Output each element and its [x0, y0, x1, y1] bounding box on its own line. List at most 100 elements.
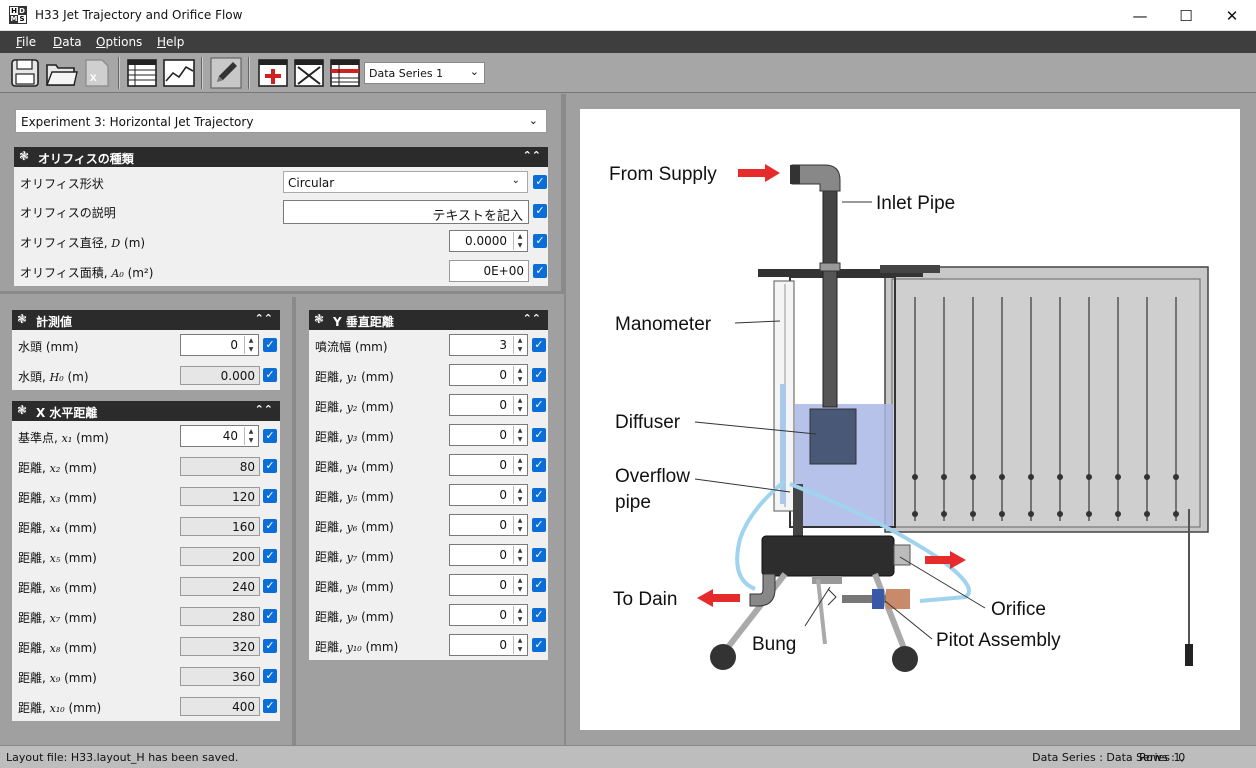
x-distance-checkbox[interactable]: ✓: [263, 519, 277, 533]
orifice-shape-select[interactable]: Circular ⌄: [283, 171, 528, 193]
spinner-arrows-icon[interactable]: ▲ ▼: [513, 636, 526, 654]
x-distance-row: 距離, x₉ (mm) 360 ✓: [12, 661, 280, 691]
y-distance-input[interactable]: 0 ▲ ▼: [449, 484, 528, 506]
y-distance-checkbox[interactable]: ✓: [532, 368, 546, 382]
orifice-desc-input[interactable]: テキストを記入: [283, 200, 529, 224]
orifice-area-row: オリフィス面積, A₀ (m²) 0E+00 ✓: [14, 256, 548, 286]
data-series-select[interactable]: Data Series 1 ⌄: [364, 62, 485, 84]
orifice-desc-checkbox[interactable]: ✓: [533, 204, 547, 218]
x-distance-checkbox[interactable]: ✓: [263, 489, 277, 503]
h0-checkbox[interactable]: ✓: [263, 368, 277, 382]
y-distance-checkbox[interactable]: ✓: [532, 518, 546, 532]
x-distance-title: X 水平距離: [36, 406, 98, 420]
spinner-arrows-icon[interactable]: ▲ ▼: [513, 232, 526, 250]
y-distance-input[interactable]: 0 ▲ ▼: [449, 394, 528, 416]
collapse-icon[interactable]: ⌃⌃: [255, 403, 273, 416]
y-distance-input[interactable]: 3 ▲ ▼: [449, 334, 528, 356]
label-unit: (mm): [72, 431, 109, 445]
orifice-diameter-input[interactable]: 0.0000 ▲ ▼: [449, 230, 528, 252]
experiment-select-value: Experiment 3: Horizontal Jet Trajectory: [21, 115, 254, 129]
save-icon[interactable]: [9, 57, 41, 89]
head-input[interactable]: 0 ▲ ▼: [180, 334, 259, 356]
y-distance-checkbox[interactable]: ✓: [532, 428, 546, 442]
x-distance-checkbox[interactable]: ✓: [263, 459, 277, 473]
table-settings-icon[interactable]: [329, 57, 361, 89]
orifice-area-checkbox[interactable]: ✓: [533, 264, 547, 278]
y-distance-checkbox[interactable]: ✓: [532, 338, 546, 352]
menu-bar: File Data Options Help: [0, 31, 1256, 53]
h0-label: 水頭, H₀ (m): [18, 368, 89, 385]
delete-row-icon[interactable]: [293, 57, 325, 89]
y-distance-input[interactable]: 0 ▲ ▼: [449, 544, 528, 566]
table-view-icon[interactable]: [126, 57, 158, 89]
edit-pen-icon[interactable]: [210, 57, 242, 89]
x-distance-checkbox[interactable]: ✓: [263, 549, 277, 563]
y-distance-input[interactable]: 0 ▲ ▼: [449, 424, 528, 446]
label-unit: (mm): [357, 460, 394, 474]
spinner-arrows-icon[interactable]: ▲ ▼: [513, 366, 526, 384]
y-distance-input[interactable]: 0 ▲ ▼: [449, 514, 528, 536]
spinner-arrows-icon[interactable]: ▲ ▼: [513, 606, 526, 624]
label-text: 距離,: [315, 460, 347, 474]
minimize-button[interactable]: —: [1117, 0, 1163, 31]
spinner-arrows-icon[interactable]: ▲ ▼: [244, 336, 257, 354]
y-distance-checkbox[interactable]: ✓: [532, 638, 546, 652]
orifice-diameter-checkbox[interactable]: ✓: [533, 234, 547, 248]
menu-data[interactable]: Data: [53, 35, 82, 49]
x-distance-label: 距離, x₂ (mm): [18, 459, 97, 476]
collapse-icon[interactable]: ⌃⌃: [523, 312, 541, 325]
y-distance-input[interactable]: 0 ▲ ▼: [449, 634, 528, 656]
open-folder-icon[interactable]: [44, 57, 78, 89]
add-row-icon[interactable]: [257, 57, 289, 89]
spinner-arrows-icon[interactable]: ▲ ▼: [513, 426, 526, 444]
spinner-arrows-icon[interactable]: ▲ ▼: [244, 427, 257, 445]
x-distance-checkbox[interactable]: ✓: [263, 639, 277, 653]
chart-view-icon[interactable]: [162, 57, 195, 89]
spinner-arrows-icon[interactable]: ▲ ▼: [513, 396, 526, 414]
needle-pin: [1086, 511, 1092, 517]
spinner-arrows-icon[interactable]: ▲ ▼: [513, 486, 526, 504]
label-orifice: Orifice: [991, 599, 1046, 620]
x-distance-checkbox[interactable]: ✓: [263, 609, 277, 623]
menu-help[interactable]: Help: [157, 35, 184, 49]
gear-icon: ❃: [17, 312, 28, 326]
close-button[interactable]: ✕: [1209, 0, 1255, 31]
y-distance-checkbox[interactable]: ✓: [532, 488, 546, 502]
x-distance-checkbox[interactable]: ✓: [263, 699, 277, 713]
spinner-arrows-icon[interactable]: ▲ ▼: [513, 546, 526, 564]
excel-export-icon[interactable]: x: [80, 57, 112, 89]
spinner-arrows-icon[interactable]: ▲ ▼: [513, 516, 526, 534]
x-distance-checkbox[interactable]: ✓: [263, 669, 277, 683]
y-distance-input[interactable]: 0 ▲ ▼: [449, 364, 528, 386]
logo-letter: M: [10, 15, 18, 23]
y-distance-checkbox[interactable]: ✓: [532, 458, 546, 472]
label-bung: Bung: [752, 634, 796, 655]
x-distance-checkbox[interactable]: ✓: [263, 579, 277, 593]
experiment-select[interactable]: Experiment 3: Horizontal Jet Trajectory …: [15, 109, 547, 133]
panel-splitter[interactable]: [292, 297, 296, 745]
y-distance-input[interactable]: 0 ▲ ▼: [449, 454, 528, 476]
menu-file[interactable]: File: [16, 35, 36, 49]
needle-pin: [1028, 474, 1034, 480]
x-distance-input[interactable]: 40 ▲ ▼: [180, 425, 259, 447]
y-distance-input[interactable]: 0 ▲ ▼: [449, 604, 528, 626]
spinner-arrows-icon[interactable]: ▲ ▼: [513, 456, 526, 474]
orifice-shape-checkbox[interactable]: ✓: [533, 175, 547, 189]
head-checkbox[interactable]: ✓: [263, 338, 277, 352]
x-distance-checkbox[interactable]: ✓: [263, 429, 277, 443]
orifice-shape-label: オリフィス形状: [20, 177, 104, 191]
y-distance-input[interactable]: 0 ▲ ▼: [449, 574, 528, 596]
y-distance-checkbox[interactable]: ✓: [532, 398, 546, 412]
collapse-icon[interactable]: ⌃⌃: [255, 312, 273, 325]
y-distance-checkbox[interactable]: ✓: [532, 578, 546, 592]
collapse-icon[interactable]: ⌃⌃: [523, 149, 541, 162]
leader-manometer: [734, 320, 781, 324]
spinner-arrows-icon[interactable]: ▲ ▼: [513, 576, 526, 594]
y-distance-checkbox[interactable]: ✓: [532, 548, 546, 562]
apparatus-diagram: From Supply Inlet Pipe Manometer Diffuse…: [580, 109, 1240, 730]
maximize-button[interactable]: ☐: [1163, 0, 1209, 31]
menu-options[interactable]: Options: [96, 35, 142, 49]
y-distance-checkbox[interactable]: ✓: [532, 608, 546, 622]
label-text: 距離,: [18, 671, 50, 685]
spinner-arrows-icon[interactable]: ▲ ▼: [513, 336, 526, 354]
